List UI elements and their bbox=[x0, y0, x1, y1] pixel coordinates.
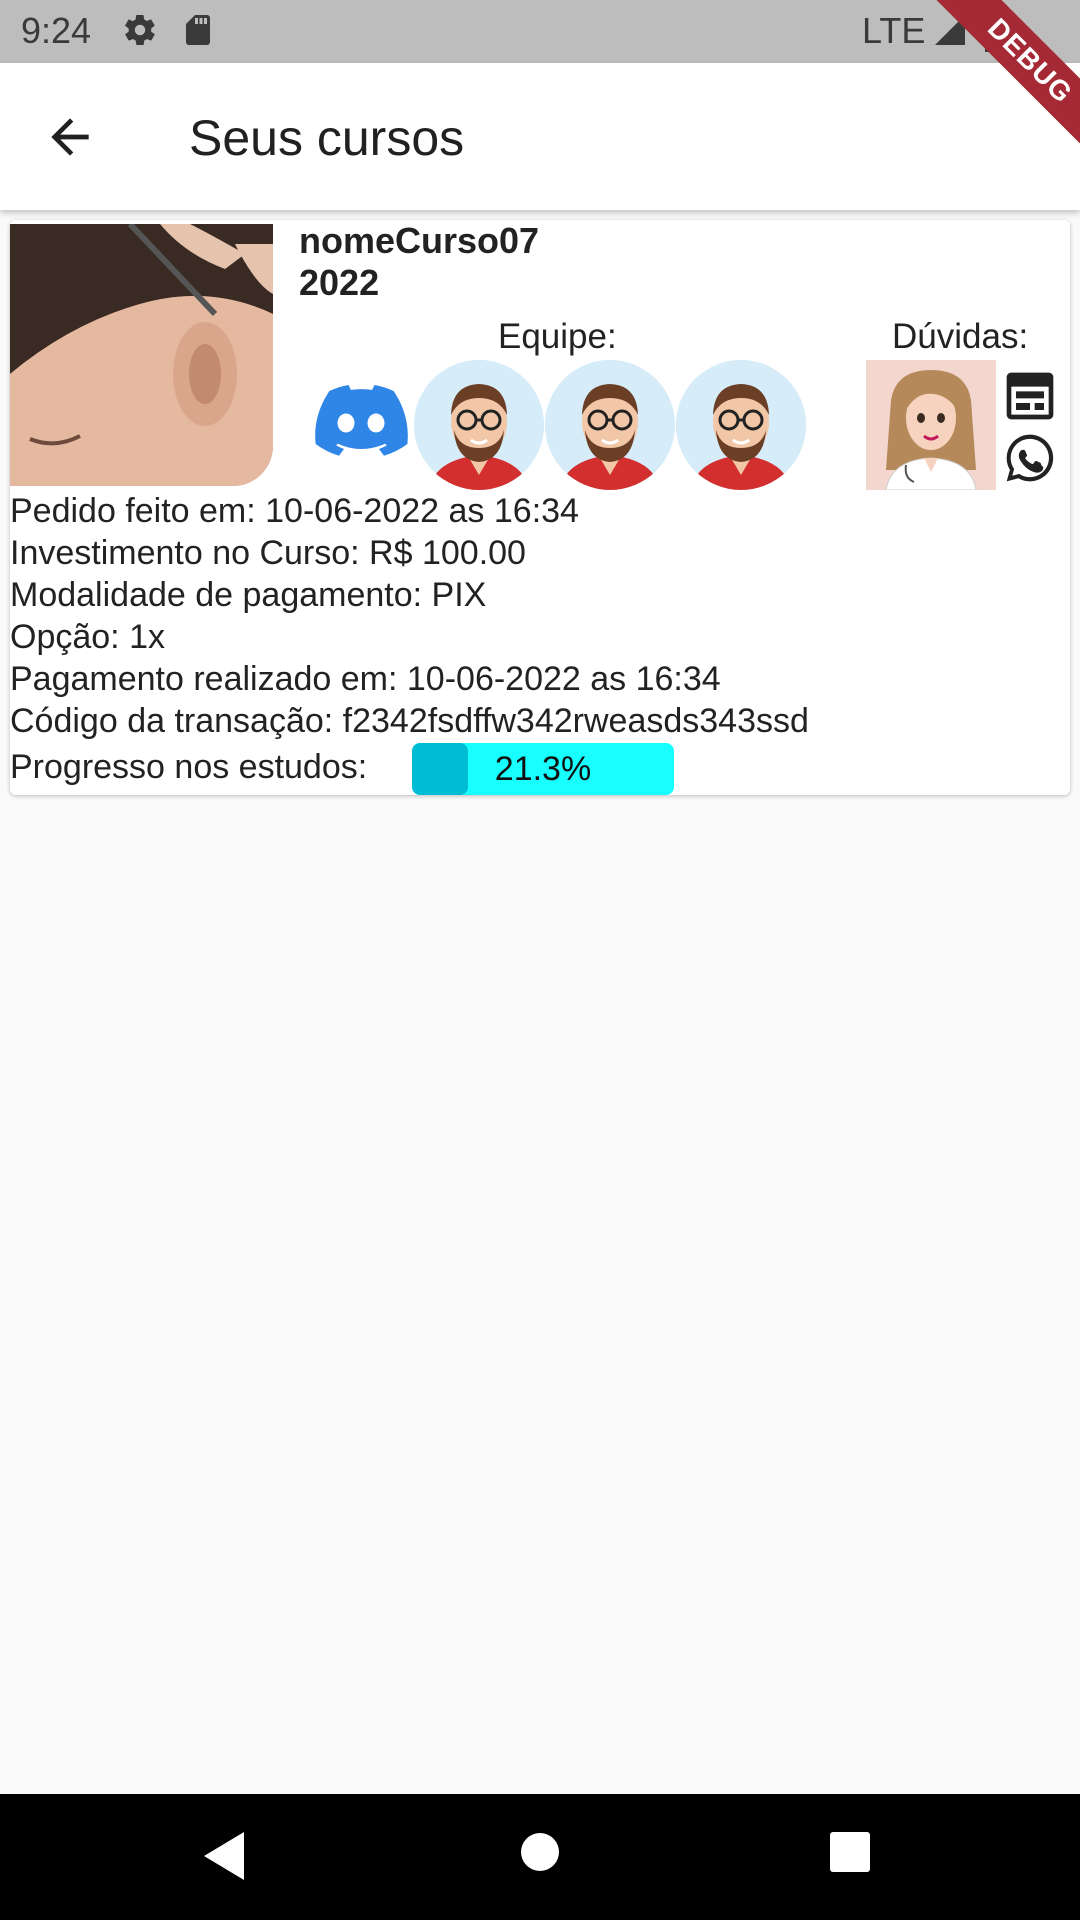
settings-icon bbox=[125, 14, 155, 46]
progress-text: 21.3% bbox=[494, 750, 592, 788]
course-name: nomeCurso07 bbox=[299, 220, 540, 261]
payment-method: Modalidade de pagamento: PIX bbox=[10, 576, 487, 614]
web-icon[interactable] bbox=[1002, 372, 1058, 420]
payment-option: Opção: 1x bbox=[10, 618, 165, 656]
nav-recents-icon[interactable] bbox=[830, 1832, 870, 1872]
order-date: Pedido feito em: 10-06-2022 as 16:34 bbox=[10, 492, 579, 530]
course-image bbox=[10, 224, 273, 486]
investment: Investimento no Curso: R$ 100.00 bbox=[10, 534, 526, 572]
back-arrow-icon[interactable] bbox=[42, 109, 98, 165]
nav-back-icon[interactable] bbox=[204, 1832, 248, 1880]
sd-card-icon bbox=[186, 15, 210, 45]
status-bar: 9:24 LTE bbox=[0, 0, 1080, 63]
team-avatar[interactable] bbox=[545, 360, 675, 490]
payment-date: Pagamento realizado em: 10-06-2022 as 16… bbox=[10, 660, 721, 698]
support-avatar[interactable] bbox=[866, 360, 996, 490]
course-year: 2022 bbox=[299, 262, 380, 303]
discord-icon[interactable] bbox=[314, 385, 408, 457]
status-time: 9:24 bbox=[21, 10, 92, 51]
team-avatar[interactable] bbox=[414, 360, 544, 490]
questions-label: Dúvidas: bbox=[892, 317, 1029, 356]
team-label: Equipe: bbox=[498, 317, 617, 356]
page-title: Seus cursos bbox=[189, 110, 465, 166]
nav-home-icon[interactable] bbox=[520, 1832, 560, 1872]
team-avatar[interactable] bbox=[676, 360, 806, 490]
course-card[interactable]: nomeCurso07 2022 Equipe: Dúvidas: Pedido… bbox=[10, 220, 1070, 795]
progress-bar: 21.3% bbox=[412, 743, 674, 795]
transaction-code: Código da transação: f2342fsdffw342rweas… bbox=[10, 702, 809, 740]
navigation-bar bbox=[0, 1794, 1080, 1920]
app-bar: Seus cursos bbox=[0, 63, 1080, 210]
whatsapp-icon[interactable] bbox=[1002, 430, 1058, 486]
progress-label: Progresso nos estudos: bbox=[10, 748, 368, 786]
network-type: LTE bbox=[862, 10, 926, 51]
